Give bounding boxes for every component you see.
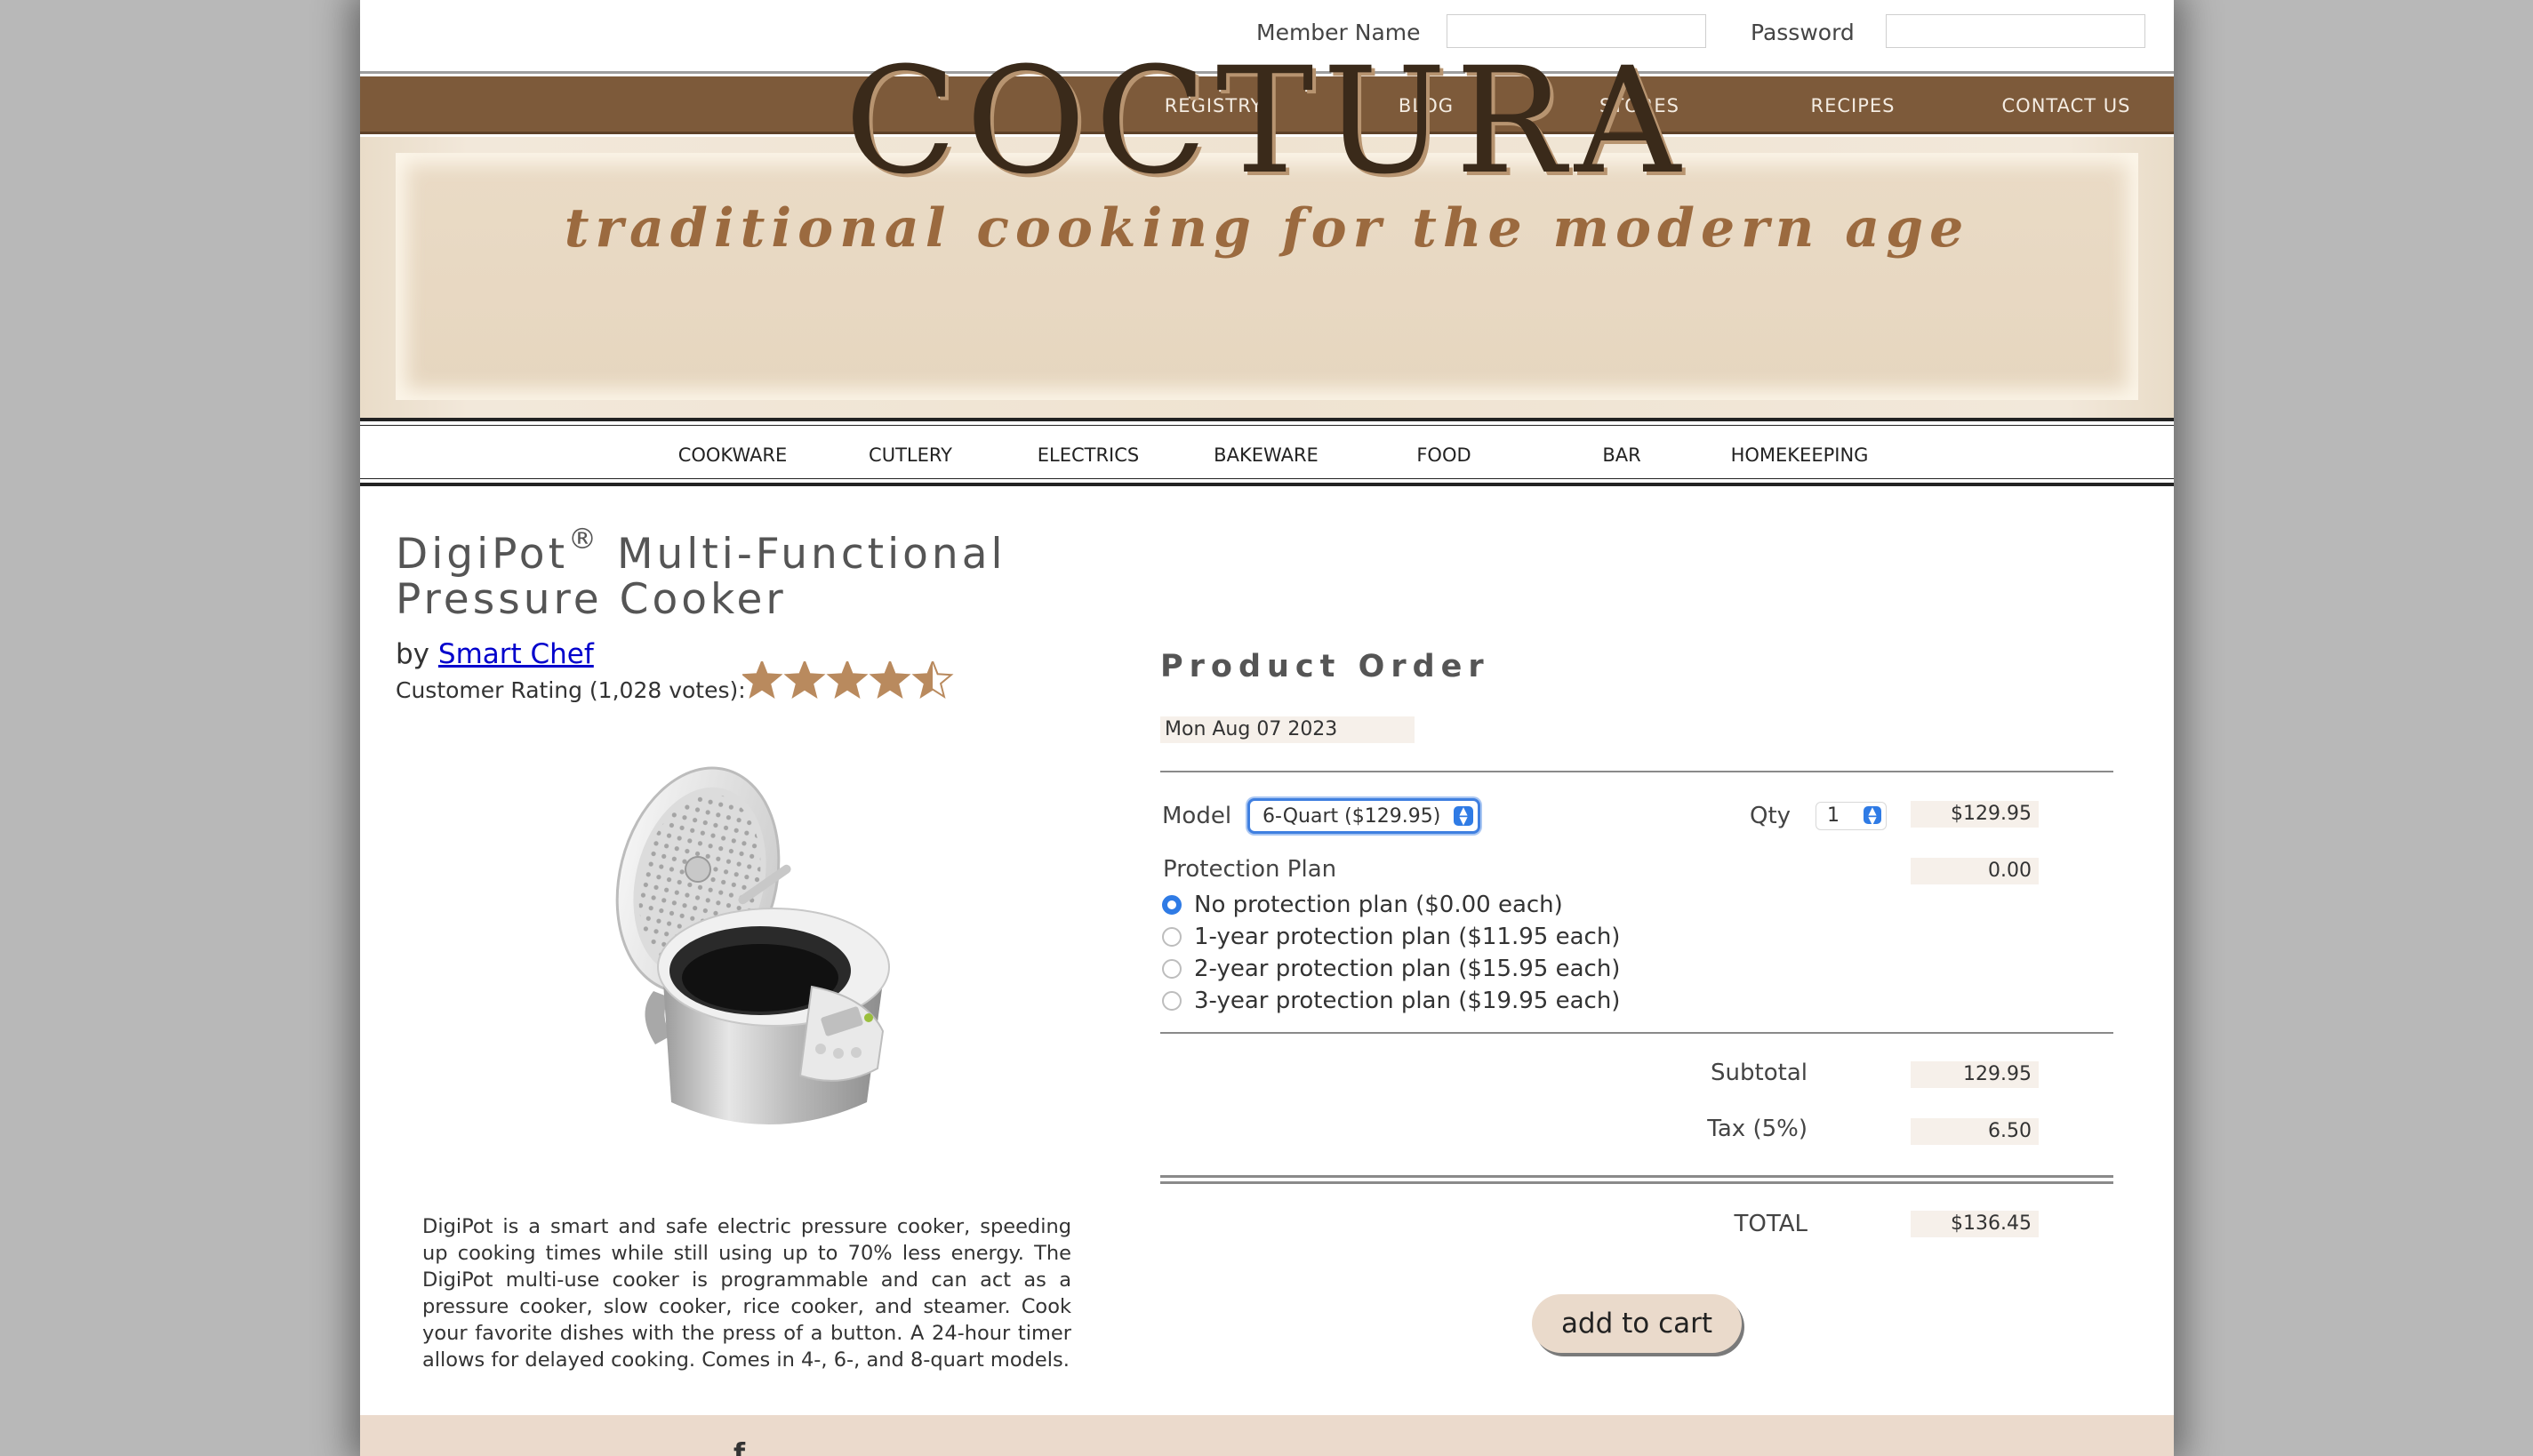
category-rule-top-thin [360, 425, 2174, 426]
protection-option-label: 1-year protection plan ($11.95 each) [1194, 924, 1621, 950]
footer [360, 1415, 2174, 1456]
add-to-cart-button[interactable]: add to cart [1532, 1294, 1742, 1353]
star-full-icon [869, 659, 911, 700]
star-full-icon [783, 659, 826, 700]
protection-option-label: 2-year protection plan ($15.95 each) [1194, 956, 1621, 982]
protection-price: 0.00 [1911, 858, 2039, 884]
by-prefix: by [396, 638, 438, 670]
category-cutlery[interactable]: CUTLERY [869, 444, 952, 466]
protection-option-label: 3-year protection plan ($19.95 each) [1194, 988, 1621, 1014]
model-label: Model [1162, 803, 1232, 829]
order-date: Mon Aug 07 2023 [1160, 716, 1415, 743]
star-rating [741, 659, 956, 700]
star-rating-graphic [741, 659, 954, 700]
qty-arrows-icon: ▲ ▼ [1864, 805, 1881, 826]
protection-option-3-year[interactable]: 3-year protection plan ($19.95 each) [1160, 988, 1620, 1014]
radio-button[interactable] [1162, 927, 1182, 947]
subtotal-label: Subtotal [1711, 1060, 1808, 1086]
order-rule-double-top [1160, 1175, 2113, 1178]
subtotal-value: 129.95 [1911, 1061, 2039, 1088]
protection-option-2-year[interactable]: 2-year protection plan ($15.95 each) [1160, 956, 1620, 982]
model-selected-value: 6-Quart ($129.95) [1262, 805, 1441, 828]
product-title-rest: Multi-Functional [600, 530, 1006, 579]
star-full-icon [741, 659, 783, 700]
brand-tagline: traditional cooking for the modern age [564, 197, 1970, 260]
category-food[interactable]: FOOD [1416, 444, 1471, 466]
category-bar[interactable]: BAR [1602, 444, 1640, 466]
tax-value: 6.50 [1911, 1118, 2039, 1145]
total-value: $136.45 [1911, 1211, 2039, 1237]
protection-option-1-year[interactable]: 1-year protection plan ($11.95 each) [1160, 924, 1620, 950]
radio-button[interactable] [1162, 991, 1182, 1011]
order-rule-top [1160, 771, 2113, 772]
product-image [615, 766, 890, 1124]
radio-button[interactable] [1162, 959, 1182, 979]
order-rule-middle [1160, 1032, 2113, 1034]
protection-option-none[interactable]: No protection plan ($0.00 each) [1160, 892, 1563, 918]
order-heading: Product Order [1160, 649, 1490, 684]
model-price: $129.95 [1911, 801, 2039, 828]
product-title-name: DigiPot [396, 530, 568, 579]
customer-rating-label: Customer Rating (1,028 votes): [396, 677, 746, 703]
qty-selected-value: 1 [1827, 804, 1840, 827]
brand-link[interactable]: Smart Chef [438, 638, 594, 670]
category-electrics[interactable]: ELECTRICS [1038, 444, 1140, 466]
category-cookware[interactable]: COOKWARE [678, 444, 788, 466]
registered-mark: ® [568, 522, 600, 556]
facebook-icon[interactable]: f [733, 1438, 745, 1456]
by-line: by Smart Chef [396, 638, 594, 670]
category-rule-bottom-thin [360, 478, 2174, 479]
star-half-icon [911, 659, 954, 700]
brand-logo[interactable]: COCTURA [360, 36, 2174, 206]
protection-option-label: No protection plan ($0.00 each) [1194, 892, 1563, 918]
category-homekeeping[interactable]: HOMEKEEPING [1731, 444, 1869, 466]
tax-label: Tax (5%) [1707, 1116, 1808, 1142]
protection-plan-label: Protection Plan [1163, 856, 1337, 883]
qty-label: Qty [1750, 803, 1792, 829]
radio-button-selected[interactable] [1162, 895, 1182, 915]
star-full-icon [826, 659, 869, 700]
category-bakeware[interactable]: BAKEWARE [1214, 444, 1319, 466]
product-title: DigiPot® Multi-Functional Pressure Cooke… [396, 524, 1006, 624]
model-select[interactable]: 6-Quart ($129.95) ▲ ▼ [1247, 798, 1480, 834]
qty-select[interactable]: 1 ▲ ▼ [1816, 802, 1887, 830]
product-description: DigiPot is a smart and safe electric pre… [422, 1215, 1071, 1372]
select-arrows-icon: ▲ ▼ [1454, 805, 1473, 826]
total-label: TOTAL [1734, 1211, 1808, 1237]
page: Member Name Password REGISTRY BLOG STORE… [360, 0, 2174, 1456]
order-rule-double-bottom [1160, 1181, 2113, 1184]
category-rule-bottom [360, 483, 2174, 486]
category-rule-top [360, 418, 2174, 421]
product-title-line2: Pressure Cooker [396, 575, 787, 624]
